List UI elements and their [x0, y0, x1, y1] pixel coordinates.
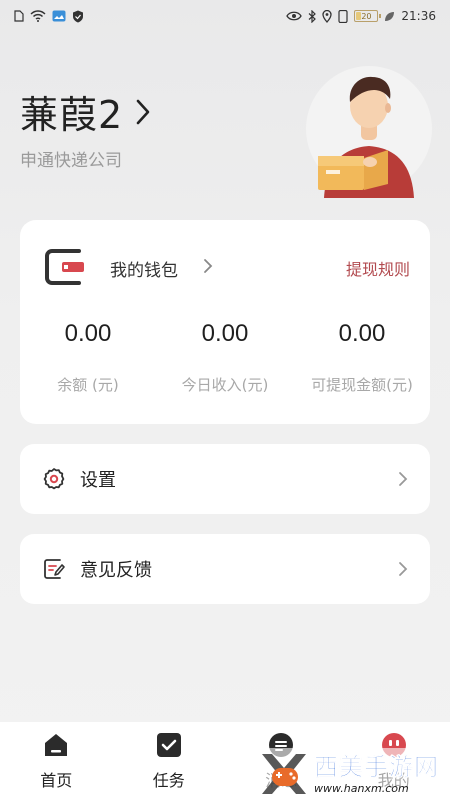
stat-label: 今日收入(元) — [181, 376, 269, 394]
eye-icon — [286, 11, 303, 21]
status-right: 20 21:36 — [286, 9, 436, 23]
settings-menu-item[interactable]: 设置 — [20, 444, 430, 514]
stat-value: 0.00 — [201, 320, 249, 347]
avatar[interactable] — [306, 58, 432, 200]
chevron-right-icon — [133, 97, 153, 127]
bluetooth-icon — [308, 9, 317, 23]
nav-item-home[interactable]: 首页 — [6, 731, 106, 791]
watermark-text: 西美手游网 www.hanxm.com — [314, 752, 439, 795]
status-left — [14, 10, 84, 23]
watermark-url: www.hanxm.com — [314, 781, 409, 795]
chevron-right-icon — [398, 561, 408, 577]
profile-name-link[interactable]: 蒹葭2 — [20, 84, 153, 139]
chevron-right-icon — [398, 471, 408, 487]
location-icon — [322, 9, 333, 23]
courier-illustration — [306, 66, 432, 198]
gear-icon — [42, 467, 66, 491]
watermark-title: 西美手游网 — [314, 752, 439, 781]
settings-label: 设置 — [80, 470, 116, 491]
stat-label: 可提现金额(元) — [311, 376, 413, 394]
stat-value: 0.00 — [64, 320, 112, 347]
status-time: 21:36 — [401, 9, 436, 23]
withdrawable-stat[interactable]: 0.00 可提现金额(元) — [294, 320, 430, 395]
nav-item-task[interactable]: 任务 — [119, 731, 219, 791]
stat-value: 0.00 — [338, 320, 386, 347]
nav-label: 首页 — [40, 771, 73, 790]
gallery-icon — [52, 10, 66, 22]
wallet-icon — [42, 244, 86, 288]
profile-name: 蒹葭2 — [20, 93, 124, 137]
withdraw-rules-link[interactable]: 提现规则 — [346, 256, 410, 280]
battery-level: 20 — [361, 11, 372, 21]
feedback-icon — [42, 557, 66, 581]
gamepad-logo-icon — [262, 754, 306, 794]
company-name: 申通快递公司 — [20, 151, 122, 171]
status-bar: 20 21:36 — [0, 0, 450, 32]
home-icon — [45, 734, 68, 756]
my-wallet-link[interactable]: 我的钱包 — [110, 256, 178, 281]
nav-label: 任务 — [152, 771, 185, 790]
wallet-card: 我的钱包 提现规则 0.00 余额 (元) 0.00 今日收入(元) 0.00 … — [20, 220, 430, 424]
wifi-icon — [30, 10, 46, 22]
feedback-menu-item[interactable]: 意见反馈 — [20, 534, 430, 604]
watermark: 西美手游网 www.hanxm.com — [258, 748, 450, 800]
task-icon — [156, 733, 181, 757]
feedback-label: 意见反馈 — [80, 560, 152, 581]
chevron-right-icon[interactable] — [202, 257, 214, 275]
shield-icon — [72, 10, 84, 23]
leaf-icon — [384, 11, 395, 22]
battery-icon: 20 — [354, 10, 382, 22]
stat-label: 余额 (元) — [57, 376, 119, 394]
phone-icon — [338, 9, 349, 23]
sim-icon — [14, 10, 24, 22]
today-income-stat[interactable]: 0.00 今日收入(元) — [157, 320, 293, 395]
balance-stat[interactable]: 0.00 余额 (元) — [20, 320, 156, 395]
